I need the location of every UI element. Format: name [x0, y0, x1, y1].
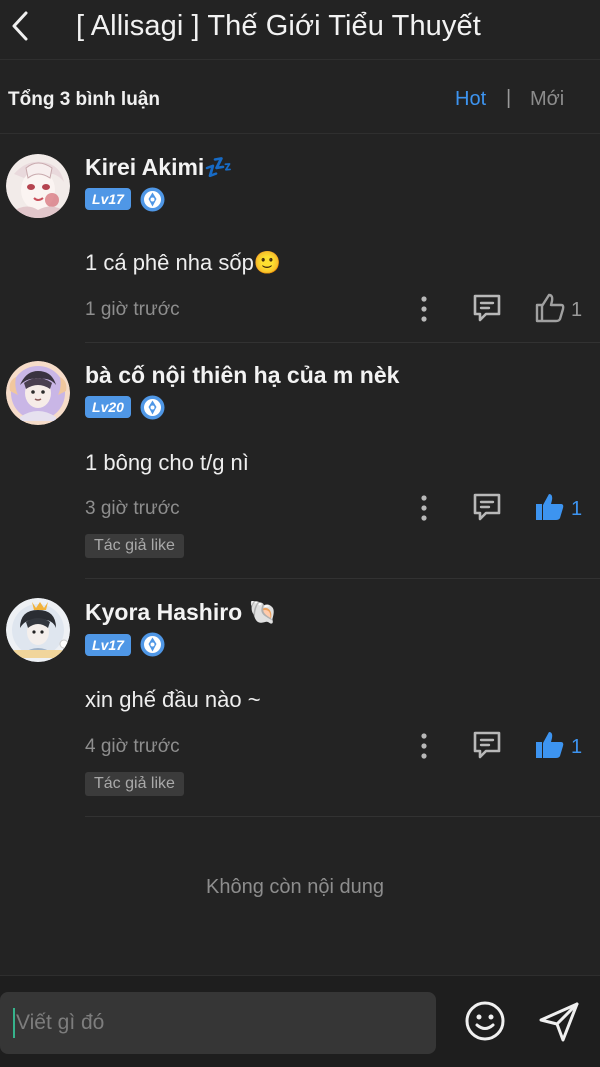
- more-icon[interactable]: [412, 493, 436, 523]
- verified-icon: [140, 395, 165, 420]
- author-liked-tag: Tác giả like: [85, 534, 184, 558]
- more-icon[interactable]: [412, 294, 436, 324]
- verified-icon: [140, 632, 165, 657]
- level-badge: Lv17: [85, 188, 131, 210]
- more-icon[interactable]: [412, 731, 436, 761]
- reply-icon[interactable]: [471, 730, 503, 760]
- like-icon-filled[interactable]: [533, 491, 567, 523]
- level-badge: Lv17: [85, 634, 131, 656]
- comment-composer: [0, 975, 600, 1067]
- sort-separator: |: [506, 87, 512, 109]
- comment-text: 1 cá phê nha sốp🙂: [85, 250, 282, 275]
- comment-text: 1 bông cho t/g nì: [85, 450, 249, 475]
- avatar[interactable]: [6, 154, 70, 218]
- reply-icon[interactable]: [471, 293, 503, 323]
- send-icon[interactable]: [537, 1000, 581, 1044]
- header: [ Allisagi ] Thế Giới Tiểu Thuyết: [0, 0, 600, 60]
- avatar-image: [6, 598, 70, 662]
- level-badge: Lv20: [85, 396, 131, 418]
- avatar[interactable]: [6, 598, 70, 662]
- page-title: [ Allisagi ] Thế Giới Tiểu Thuyết: [76, 10, 481, 42]
- text-caret: [13, 1008, 15, 1038]
- sort-hot-tab[interactable]: Hot: [455, 88, 486, 111]
- comment-total: Tổng 3 bình luận: [8, 89, 160, 110]
- chevron-left-icon: [12, 11, 28, 41]
- divider: [85, 816, 600, 817]
- like-icon-filled[interactable]: [533, 729, 567, 761]
- verified-icon: [140, 187, 165, 212]
- username[interactable]: bà cố nội thiên hạ của m nèk: [85, 362, 399, 389]
- reply-icon[interactable]: [471, 492, 503, 522]
- sort-new-tab[interactable]: Mới: [530, 88, 564, 111]
- like-count: 1: [571, 736, 583, 758]
- end-of-list-text: Không còn nội dung: [206, 876, 384, 898]
- divider: [85, 578, 600, 579]
- comment-time: 1 giờ trước: [85, 299, 180, 320]
- comment-text: xin ghế đầu nào ~: [85, 687, 261, 712]
- comment-time: 3 giờ trước: [85, 498, 180, 519]
- comment-sort-bar: Tổng 3 bình luận Hot | Mới: [0, 62, 600, 134]
- avatar[interactable]: [6, 361, 70, 425]
- username[interactable]: Kyora Hashiro 🐚: [85, 599, 277, 626]
- like-icon[interactable]: [533, 292, 567, 324]
- emoji-icon[interactable]: [464, 1000, 506, 1042]
- author-liked-tag: Tác giả like: [85, 772, 184, 796]
- back-button[interactable]: [6, 8, 34, 44]
- like-count: 1: [571, 299, 583, 321]
- divider: [85, 342, 600, 343]
- like-count: 1: [571, 498, 583, 520]
- comment-input[interactable]: [0, 992, 436, 1054]
- avatar-image: [6, 154, 70, 218]
- comment-time: 4 giờ trước: [85, 736, 180, 757]
- avatar-image: [6, 361, 70, 425]
- username[interactable]: Kirei Akimi💤: [85, 154, 233, 181]
